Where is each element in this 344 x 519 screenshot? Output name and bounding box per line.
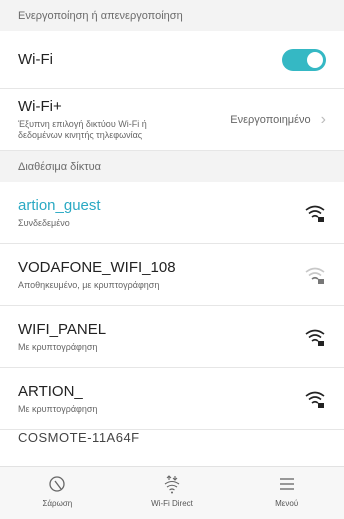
network-row-artion[interactable]: ARTION_ Με κρυπτογράφηση [0,368,344,430]
network-name: WIFI_PANEL [18,321,107,338]
menu-icon [279,478,294,490]
wifiplus-description: Έξυπνη επιλογή δικτύου Wi-Fi ή δεδομένων… [18,119,230,141]
wifiplus-desc-line2: δεδομένων κινητής τηλεφωνίας [18,130,143,140]
networks-section-header: Διαθέσιμα δίκτυα [0,151,344,182]
menu-button[interactable]: Μενού [229,467,344,519]
network-status: Με κρυπτογράφηση [18,404,98,414]
network-name: artion_guest [18,197,101,214]
wifi-switch[interactable] [282,48,326,71]
network-status: Με κρυπτογράφηση [18,342,98,352]
bottom-action-bar: Σάρωση Wi-Fi Direct Μενού [0,466,344,519]
wifi-switch-knob [307,51,323,68]
scan-label: Σάρωση [42,499,73,508]
scan-button[interactable]: Σάρωση [0,467,115,519]
network-status: Αποθηκευμένο, με κρυπτογράφηση [18,280,160,290]
scan-icon [49,476,65,492]
network-row-partial[interactable]: COSMOTE-11A64F [0,430,344,446]
chevron-right-icon: › [320,110,326,128]
network-name-partial: COSMOTE-11A64F [18,430,140,445]
wifi-signal-full-icon [305,329,325,346]
wifi-toggle-row[interactable]: Wi-Fi [0,31,344,89]
menu-label: Μενού [275,499,299,508]
network-status: Συνδεδεμένο [18,218,70,228]
network-name: VODAFONE_WIFI_108 [18,259,176,276]
wifi-label: Wi-Fi [18,51,53,68]
wifi-signal-full-icon [305,391,325,408]
wifi-direct-icon [164,475,180,494]
networks-section-header-label: Διαθέσιμα δίκτυα [18,160,101,173]
network-row-wifi-panel[interactable]: WIFI_PANEL Με κρυπτογράφηση [0,306,344,368]
wifi-signal-full-icon [305,205,325,222]
wifiplus-value: Ενεργοποιημένο [230,113,311,126]
wifiplus-row[interactable]: Wi-Fi+ Έξυπνη επιλογή δικτύου Wi-Fi ή δε… [0,89,344,151]
wifi-direct-button[interactable]: Wi-Fi Direct [115,467,230,519]
network-row-vodafone[interactable]: VODAFONE_WIFI_108 Αποθηκευμένο, με κρυπτ… [0,244,344,306]
wifi-signal-weak-icon [305,267,325,284]
network-row-artion-guest[interactable]: artion_guest Συνδεδεμένο [0,182,344,244]
toggle-section-header-label: Ενεργοποίηση ή απενεργοποίηση [18,9,183,22]
wifiplus-title: Wi-Fi+ [18,98,62,115]
wifi-direct-label: Wi-Fi Direct [151,499,193,508]
network-name: ARTION_ [18,383,83,400]
toggle-section-header: Ενεργοποίηση ή απενεργοποίηση [0,0,344,31]
wifiplus-desc-line1: Έξυπνη επιλογή δικτύου Wi-Fi ή [18,119,147,129]
wifi-settings-screen: Ενεργοποίηση ή απενεργοποίηση Wi-Fi Wi-F… [0,0,344,519]
